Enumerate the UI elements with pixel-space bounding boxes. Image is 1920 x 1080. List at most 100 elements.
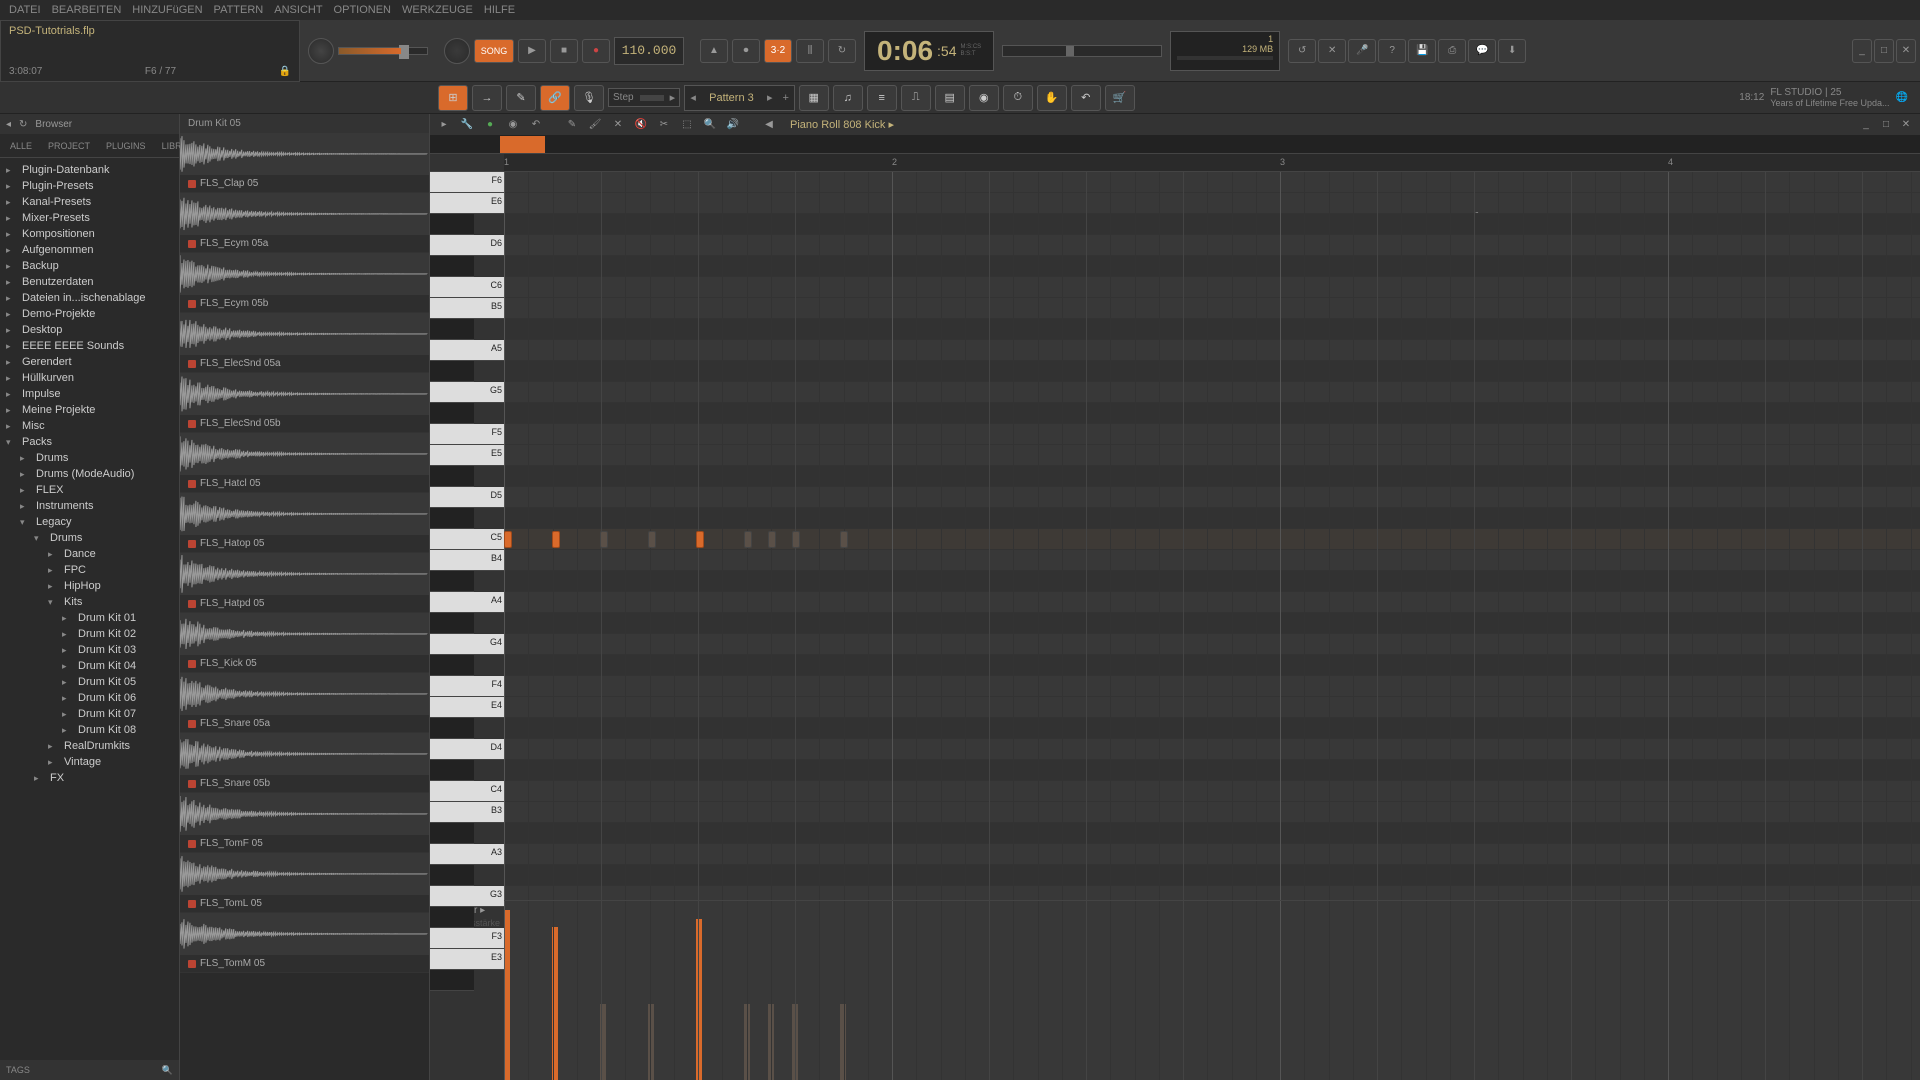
download-button[interactable]: ⬇ xyxy=(1498,39,1526,63)
tree-item[interactable]: Misc xyxy=(0,418,179,434)
play-button[interactable]: ▶ xyxy=(518,39,546,63)
browser-button[interactable]: ▤ xyxy=(935,85,965,111)
piano-key[interactable]: E6 xyxy=(430,193,504,214)
pattern-selector[interactable]: ◂ Pattern 3 ▸ + xyxy=(684,85,795,111)
piano-key[interactable]: C4 xyxy=(430,781,504,802)
tree-item[interactable]: Meine Projekte xyxy=(0,402,179,418)
tempo-display[interactable]: 110.000 xyxy=(614,37,684,65)
search-icon[interactable]: 🔍 xyxy=(162,1065,173,1076)
piano-key[interactable]: C5 xyxy=(430,529,504,550)
pr-mute-button[interactable]: 🔇 xyxy=(631,116,651,134)
tree-item[interactable]: Desktop xyxy=(0,322,179,338)
piano-key[interactable] xyxy=(430,403,474,424)
tree-item[interactable]: Benutzerdaten xyxy=(0,274,179,290)
midi-note[interactable] xyxy=(840,531,848,548)
piano-key[interactable] xyxy=(430,319,474,340)
refresh-icon[interactable]: ↻ xyxy=(19,119,27,130)
tree-item[interactable]: FPC xyxy=(0,562,179,578)
tree-item[interactable]: RealDrumkits xyxy=(0,738,179,754)
tree-item[interactable]: Kits xyxy=(0,594,179,610)
tree-item[interactable]: Drum Kit 07 xyxy=(0,706,179,722)
undo-button[interactable]: ↺ xyxy=(1288,39,1316,63)
save-button[interactable]: 💾 xyxy=(1408,39,1436,63)
tree-item[interactable]: Plugin-Presets xyxy=(0,178,179,194)
piano-key[interactable]: B3 xyxy=(430,802,504,823)
countdown-button[interactable]: 3·2 xyxy=(764,39,792,63)
main-volume-knob[interactable] xyxy=(308,38,334,64)
midi-note[interactable] xyxy=(792,531,800,548)
piano-key[interactable]: F3 xyxy=(430,928,504,949)
piano-key[interactable]: D5 xyxy=(430,487,504,508)
browser-tab-project[interactable]: PROJECT xyxy=(42,139,96,153)
sample-item[interactable]: FLS_TomM 05 xyxy=(180,913,429,973)
piano-key[interactable] xyxy=(430,256,474,277)
sample-item[interactable]: FLS_Clap 05 xyxy=(180,133,429,193)
pr-menu-button[interactable]: ▸ xyxy=(434,116,454,134)
tree-item[interactable]: Kanal-Presets xyxy=(0,194,179,210)
tree-item[interactable]: Kompositionen xyxy=(0,226,179,242)
time-display[interactable]: 0:06 :54 M:S:CS B:S:T xyxy=(864,31,994,71)
pr-stamp-button[interactable]: ◉ xyxy=(503,116,523,134)
tree-item[interactable]: Aufgenommen xyxy=(0,242,179,258)
arrow-button[interactable]: → xyxy=(472,85,502,111)
mic2-button[interactable]: 🎙 xyxy=(574,85,604,111)
piano-key[interactable] xyxy=(430,571,474,592)
sample-item[interactable]: FLS_Ecym 05a xyxy=(180,193,429,253)
browser-tab-plugins[interactable]: PLUGINS xyxy=(100,139,152,153)
draw-button[interactable]: ✎ xyxy=(506,85,536,111)
tree-item[interactable]: HipHop xyxy=(0,578,179,594)
metronome-button[interactable]: ▲ xyxy=(700,39,728,63)
piano-key[interactable] xyxy=(430,970,474,991)
piano-key[interactable]: E5 xyxy=(430,445,504,466)
record-button[interactable]: ● xyxy=(582,39,610,63)
piano-key[interactable] xyxy=(430,655,474,676)
pr-paint-button[interactable]: 🖌 xyxy=(585,116,605,134)
midi-note[interactable] xyxy=(648,531,656,548)
piano-key[interactable]: A5 xyxy=(430,340,504,361)
piano-key[interactable]: F4 xyxy=(430,676,504,697)
tree-item[interactable]: Gerendert xyxy=(0,354,179,370)
piano-key[interactable]: A4 xyxy=(430,592,504,613)
tree-item[interactable]: Drum Kit 08 xyxy=(0,722,179,738)
piano-grid[interactable]: ✎ xyxy=(504,172,1920,900)
piano-key[interactable] xyxy=(430,823,474,844)
menu-ansicht[interactable]: ANSICHT xyxy=(270,4,326,16)
tree-item[interactable]: Drum Kit 06 xyxy=(0,690,179,706)
menubar[interactable]: DATEIBEARBEITENHINZUFüGENPATTERNANSICHTO… xyxy=(0,0,1920,20)
menu-werkzeuge[interactable]: WERKZEUGE xyxy=(398,4,477,16)
tree-item[interactable]: Drums (ModeAudio) xyxy=(0,466,179,482)
step-control[interactable]: Step ▸ xyxy=(608,88,680,107)
piano-key[interactable]: E4 xyxy=(430,697,504,718)
pr-channel-button[interactable]: ◀ xyxy=(759,116,779,134)
song-pat-toggle[interactable]: SONG xyxy=(474,39,514,63)
tree-item[interactable]: Dateien in...ischenablage xyxy=(0,290,179,306)
sample-item[interactable]: FLS_Kick 05 xyxy=(180,613,429,673)
tree-item[interactable]: Drum Kit 02 xyxy=(0,626,179,642)
piano-key[interactable] xyxy=(430,865,474,886)
pr-max-button[interactable]: □ xyxy=(1876,116,1896,134)
tree-item[interactable]: Vintage xyxy=(0,754,179,770)
tree-item[interactable]: Mixer-Presets xyxy=(0,210,179,226)
velocity-bar[interactable] xyxy=(696,919,702,1080)
tree-item[interactable]: FX xyxy=(0,770,179,786)
collapse-icon[interactable]: ◂ xyxy=(6,119,11,130)
piano-key[interactable] xyxy=(430,760,474,781)
velocity-area[interactable] xyxy=(504,901,1920,1080)
pattern-add[interactable]: + xyxy=(778,92,794,104)
pr-play-button[interactable]: 🔊 xyxy=(723,116,743,134)
switch-button[interactable]: ✕ xyxy=(1318,39,1346,63)
tree-item[interactable]: Drum Kit 04 xyxy=(0,658,179,674)
maximize-button[interactable]: □ xyxy=(1874,39,1894,63)
blend-button[interactable]: ⫼ xyxy=(796,39,824,63)
mixer-button[interactable]: ⎍ xyxy=(901,85,931,111)
tree-item[interactable]: Drum Kit 01 xyxy=(0,610,179,626)
menu-hinzufügen[interactable]: HINZUFüGEN xyxy=(128,4,206,16)
shop-button[interactable]: 🛒 xyxy=(1105,85,1135,111)
tree-item[interactable]: Drum Kit 03 xyxy=(0,642,179,658)
wait-input-button[interactable]: ⏺ xyxy=(732,39,760,63)
sample-item[interactable]: FLS_ElecSnd 05b xyxy=(180,373,429,433)
piano-key[interactable]: F6 xyxy=(430,172,504,193)
browser-tab-alle[interactable]: ALLE xyxy=(4,139,38,153)
song-position-slider[interactable] xyxy=(1002,45,1162,57)
piano-key[interactable]: D6 xyxy=(430,235,504,256)
